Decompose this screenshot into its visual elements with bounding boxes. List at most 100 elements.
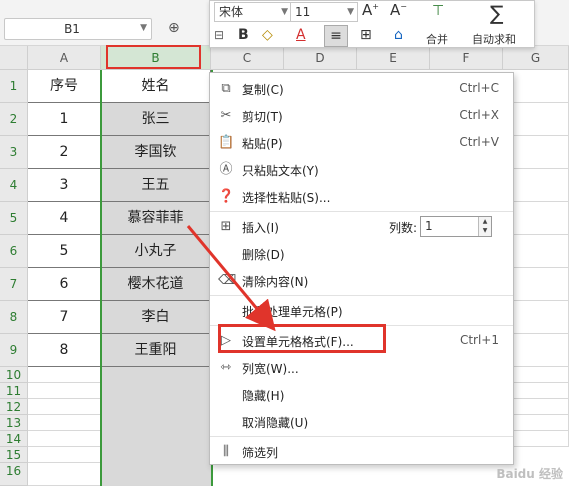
row-header[interactable]: 6 [0,235,28,268]
name-box[interactable]: B1 ▼ [4,18,152,40]
empty-cell[interactable] [513,367,569,383]
table-cell[interactable]: 4 [28,202,101,235]
zoom-icon[interactable]: ⊕ [168,20,180,36]
format-painter-icon[interactable]: ⊟ [214,28,224,42]
table-cell[interactable]: 王重阳 [101,334,211,367]
table-header-cell[interactable]: 姓名 [101,70,211,103]
empty-cell[interactable] [28,367,101,383]
menu-item-cut[interactable]: ✂ 剪切(T) Ctrl+X [210,103,513,129]
empty-cell[interactable] [513,70,569,103]
decrease-font-icon[interactable]: A− [390,1,407,19]
row-header[interactable]: 3 [0,136,28,169]
row-header[interactable]: 15 [0,447,28,463]
font-size-select[interactable]: 11 ▼ [290,2,358,22]
menu-item-paste[interactable]: 📋 粘贴(P) Ctrl+V [210,130,513,156]
align-center-icon[interactable]: ≡ [324,25,348,47]
menu-item-clear[interactable]: ⌫ 清除内容(N) [210,268,513,294]
empty-cell[interactable] [28,383,101,399]
row-header[interactable]: 13 [0,415,28,431]
empty-cell[interactable] [513,235,569,268]
menu-item-hide[interactable]: 隐藏(H) [210,382,513,408]
column-header-b[interactable]: B [101,46,211,70]
table-cell[interactable]: 小丸子 [101,235,211,268]
table-cell[interactable]: 樱木花道 [101,268,211,301]
row-header[interactable]: 2 [0,103,28,136]
merge-label[interactable]: 合并 [426,31,448,47]
menu-item-filter-column[interactable]: ⫼ 筛选列 [210,439,513,465]
table-cell[interactable]: 5 [28,235,101,268]
table-cell[interactable]: 李国钦 [101,136,211,169]
row-header[interactable]: 5 [0,202,28,235]
row-header[interactable]: 10 [0,367,28,383]
table-cell[interactable]: 3 [28,169,101,202]
empty-cell[interactable] [513,202,569,235]
row-header[interactable]: 8 [0,301,28,334]
autosum-label[interactable]: 自动求和 [472,31,516,47]
empty-cell[interactable] [513,301,569,334]
table-cell[interactable]: 8 [28,334,101,367]
font-name-select[interactable]: 宋体 ▼ [214,2,292,22]
row-header[interactable]: 11 [0,383,28,399]
empty-cell[interactable] [513,383,569,399]
empty-cell[interactable] [28,463,101,486]
select-all-corner[interactable] [0,46,28,70]
row-header[interactable]: 7 [0,268,28,301]
menu-item-insert[interactable]: ⊞ 插入(I) 列数: 1 ▲ ▼ [210,214,513,240]
column-count-spinner[interactable]: 1 ▲ ▼ [420,216,492,237]
menu-item-paste-special[interactable]: ❓ 选择性粘贴(S)... [210,184,513,210]
empty-cell[interactable] [28,399,101,415]
font-toolbar: 宋体 ▼ 11 ▼ A+ A− ⊟ B ◇ A ≡ ⊞ ⌂ ⊤ 合并 ∑ 自动求… [209,0,535,48]
table-header-cell[interactable]: 序号 [28,70,101,103]
empty-cell[interactable] [513,415,569,431]
empty-cell[interactable] [513,334,569,367]
menu-item-copy[interactable]: ⧉ 复制(C) Ctrl+C [210,76,513,102]
table-cell[interactable]: 7 [28,301,101,334]
menu-item-column-width[interactable]: ⇿ 列宽(W)... [210,355,513,381]
column-header-f[interactable]: F [430,46,503,70]
chevron-down-icon[interactable]: ▼ [140,23,147,33]
menu-item-unhide[interactable]: 取消隐藏(U) [210,409,513,435]
menu-item-batch[interactable]: 批量处理单元格(P) [210,298,513,324]
row-header[interactable]: 4 [0,169,28,202]
empty-cell[interactable] [513,399,569,415]
clear-format-icon[interactable]: ⌂ [394,27,403,43]
row-header[interactable]: 14 [0,431,28,447]
increase-font-icon[interactable]: A+ [362,1,379,19]
column-header-d[interactable]: D [284,46,357,70]
table-cell[interactable]: 慕容菲菲 [101,202,211,235]
table-cell[interactable]: 1 [28,103,101,136]
table-cell[interactable]: 张三 [101,103,211,136]
sum-icon[interactable]: ∑ [490,1,503,25]
fill-color-icon[interactable]: ◇ [262,27,273,43]
empty-cell[interactable] [28,447,101,463]
menu-item-format-cells[interactable]: ▷ 设置单元格格式(F)... Ctrl+1 [210,328,513,354]
borders-icon[interactable]: ⊞ [360,27,372,43]
column-header-g[interactable]: G [503,46,569,70]
empty-cell[interactable] [513,136,569,169]
empty-cell[interactable] [513,431,569,447]
row-header[interactable]: 16 [0,463,28,486]
column-header-e[interactable]: E [357,46,430,70]
empty-cell[interactable] [28,431,101,447]
table-cell[interactable]: 李白 [101,301,211,334]
row-header[interactable]: 1 [0,70,28,103]
menu-item-delete[interactable]: 删除(D) [210,241,513,267]
menu-item-label: 设置单元格格式(F)... [242,335,354,349]
table-cell[interactable]: 王五 [101,169,211,202]
row-header[interactable]: 12 [0,399,28,415]
selected-column-area[interactable] [101,367,211,486]
spinner-arrows-icon[interactable]: ▲ ▼ [478,217,491,236]
row-header[interactable]: 9 [0,334,28,367]
bold-icon[interactable]: B [238,27,249,43]
font-color-icon[interactable]: A [296,27,306,43]
empty-cell[interactable] [513,169,569,202]
table-cell[interactable]: 2 [28,136,101,169]
empty-cell[interactable] [513,268,569,301]
column-header-c[interactable]: C [211,46,284,70]
empty-cell[interactable] [28,415,101,431]
table-cell[interactable]: 6 [28,268,101,301]
merge-icon[interactable]: ⊤ [432,3,444,19]
column-header-a[interactable]: A [28,46,101,70]
menu-item-paste-text[interactable]: Ⓐ 只粘贴文本(Y) [210,157,513,183]
empty-cell[interactable] [513,103,569,136]
